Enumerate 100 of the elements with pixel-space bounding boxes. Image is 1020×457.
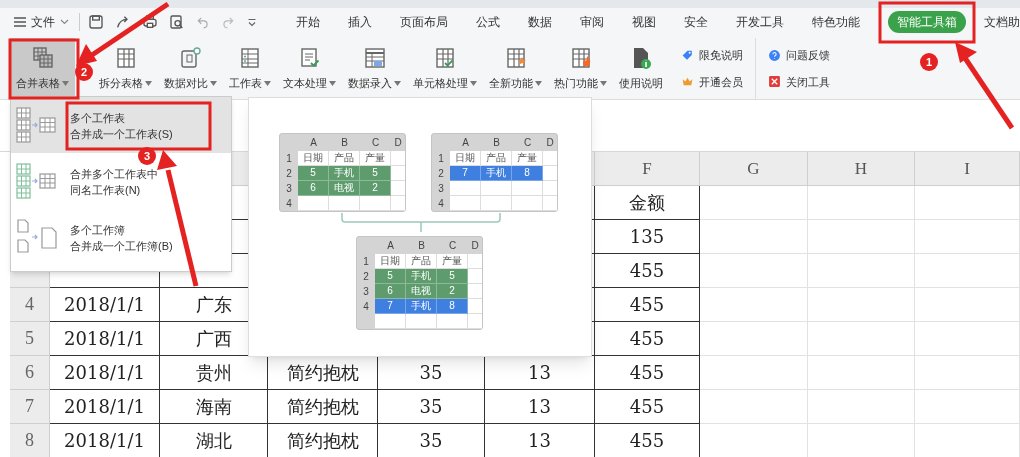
table-cell: 日期 [298,151,329,166]
column-header: C [522,136,533,150]
table-cell: 简约抱枕 [268,424,378,457]
table-cell: 13 [485,424,595,457]
row-header: 2 [437,166,445,181]
row-header[interactable]: 6 [10,356,50,390]
row-header: 1 [437,151,445,166]
tool-link[interactable]: 开通会员 [681,73,743,90]
table-cell: 13 [485,390,595,424]
table-cell: 135 [595,220,700,254]
toolbar-button[interactable]: 文本处理 [277,38,342,99]
documents-icon [178,45,203,70]
row-header: 3 [285,181,293,196]
column-header: B [417,239,426,253]
column-header[interactable]: H [808,152,915,186]
table-cell: 2018/1/1 [50,390,160,424]
chevron-down-icon [60,19,69,25]
menu-item[interactable]: 多个工作簿 合并成一个工作簿(B) [11,209,231,265]
table-cell: 2018/1/1 [50,356,160,390]
row-header[interactable]: 7 [10,390,50,424]
tool-link[interactable]: 关闭工具 [768,73,830,90]
row-header: 2 [362,269,370,284]
table-cell [450,181,481,196]
toolbar-button[interactable]: 使用说明 [613,38,669,99]
table-cell: 金额 [595,186,700,220]
column-header: D [545,136,555,150]
table-cell: 产量 [437,254,468,269]
table-cell: 2018/1/1 [50,322,160,356]
toolbar-button[interactable]: 数据对比 [158,38,223,99]
menu-icon [14,17,26,27]
column-header[interactable]: G [700,152,808,186]
table-cell [512,181,543,196]
table-cell: 日期 [375,254,406,269]
table-cell: 湖北 [160,424,268,457]
menu-item[interactable]: 多个工作表 合并成一个工作表(S) [11,97,231,153]
ribbon-tab[interactable]: 文档助 [984,13,1020,31]
table-cell: 455 [595,390,700,424]
ribbon-tab[interactable]: 开发工具 [736,13,784,31]
row-header: 4 [362,299,370,314]
print-preview-icon [168,14,185,30]
help-icon [768,48,781,62]
column-header: D [393,136,403,150]
ribbon-tab[interactable]: 特色功能 [812,13,860,31]
table-cell: 455 [595,356,700,390]
table-cell: 产量 [512,151,543,166]
table-cell: 35 [378,424,485,457]
table-cell: 简约抱枕 [268,390,378,424]
toolbar-button[interactable]: 单元格处理 [407,38,483,99]
file-menu[interactable]: 文件 [14,13,69,31]
row-header[interactable]: 8 [10,424,50,457]
row-header: 2 [285,166,293,181]
column-header[interactable]: F [595,152,700,186]
toolbar-button[interactable]: 全新功能 [483,38,548,99]
print-icon [141,14,158,30]
redo-icon [220,15,235,29]
ribbon-tab[interactable]: 数据 [528,13,552,31]
table-cell: 455 [595,288,700,322]
table-cell: 35 [378,390,485,424]
documents-merge-icon [16,218,58,256]
ribbon-tab[interactable]: 公式 [476,13,500,31]
toolbar-button[interactable]: 数据录入 [342,38,407,99]
ribbon-tab[interactable]: 审阅 [580,13,604,31]
row-header: 3 [362,284,370,299]
undo-icon [195,15,210,29]
column-header[interactable]: I [915,152,1020,186]
ribbon-tab[interactable]: 插入 [348,13,372,31]
ribbon-tab[interactable]: 视图 [632,13,656,31]
ribbon-tab[interactable]: 开始 [296,13,320,31]
row-header: 1 [285,151,293,166]
column-header: B [340,136,349,150]
row-header[interactable]: 5 [10,322,50,356]
toolbar-button[interactable]: 工作表 [223,38,277,99]
save-icon [87,14,104,30]
row-header: 3 [437,181,445,196]
tool-link[interactable]: 问题反馈 [768,47,830,64]
list-icon [238,45,262,70]
toolbar-button[interactable]: 热门功能 [548,38,613,99]
ribbon-tab[interactable]: 页面布局 [400,13,448,31]
tables-merge-icon [16,162,58,200]
row-header[interactable]: 4 [10,288,50,322]
row-header: 4 [437,196,445,211]
column-header: C [370,136,381,150]
column-header: A [309,136,318,150]
row-header: 1 [362,254,370,269]
table-cell: 455 [595,424,700,457]
toolbar-button[interactable]: 拆分表格 [93,38,158,99]
table-cell [481,181,512,196]
table-cell: 2018/1/1 [50,288,160,322]
tool-link[interactable]: 限免说明 [681,47,743,64]
table-cell: 2018/1/1 [50,424,160,457]
ribbon-tab[interactable]: 安全 [684,13,708,31]
column-header: D [470,239,480,253]
table-cell: 海南 [160,390,268,424]
row-header: 4 [285,196,293,211]
form-icon [362,45,387,70]
table-cell: 455 [595,322,700,356]
table-check-icon [433,45,457,70]
table-cell: 产量 [360,151,391,166]
tables-merge-icon [16,106,58,144]
table-cell: 产品 [406,254,437,269]
